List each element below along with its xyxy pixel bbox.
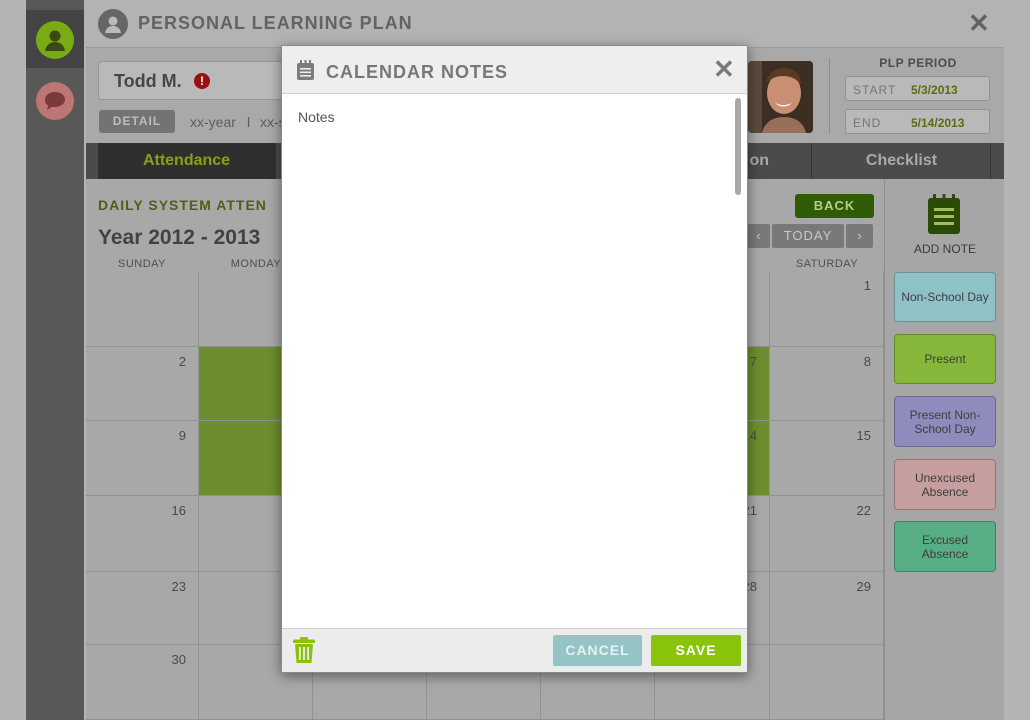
notepad-icon[interactable] (926, 193, 962, 235)
divider (829, 58, 830, 134)
notes-textarea[interactable]: Notes (282, 95, 747, 628)
title-bar: PERSONAL LEARNING PLAN ✕ (86, 0, 1004, 48)
calendar-heading: DAILY SYSTEM ATTEN (98, 197, 267, 213)
scrollbar[interactable] (735, 98, 741, 195)
student-photo (748, 61, 813, 133)
calendar-notes-modal: CALENDAR NOTES ✕ Notes CANCEL SAVE (281, 45, 748, 673)
plp-period-title: PLP PERIOD (879, 56, 957, 70)
legend-non-school-day[interactable]: Non-School Day (894, 272, 996, 322)
plp-start-value: 5/3/2013 (911, 83, 958, 97)
legend-present-non-school-day[interactable]: Present Non-School Day (894, 396, 996, 447)
close-icon[interactable]: ✕ (713, 56, 735, 82)
calendar-day[interactable]: 16 (86, 496, 199, 572)
school-year-label: Year 2012 - 2013 (98, 226, 261, 249)
notes-placeholder: Notes (298, 109, 335, 125)
legend-present[interactable]: Present (894, 334, 996, 384)
close-icon[interactable]: ✕ (968, 10, 990, 36)
calendar-day[interactable] (770, 645, 884, 720)
day-header: SATURDAY (795, 258, 859, 270)
save-button[interactable]: SAVE (651, 635, 741, 666)
user-icon (98, 9, 128, 39)
clipboard-icon (296, 60, 315, 81)
prev-month-button[interactable]: ‹ (747, 224, 770, 248)
student-card: Todd M. ! (98, 61, 298, 100)
chat-bubble-icon[interactable] (36, 82, 74, 120)
meta-separator: l (247, 114, 251, 130)
cancel-button[interactable]: CANCEL (553, 635, 642, 666)
modal-header: CALENDAR NOTES ✕ (282, 46, 747, 94)
nav-item-profile[interactable] (26, 10, 84, 68)
plp-start-label: START (853, 83, 897, 97)
calendar-day[interactable]: 8 (770, 347, 884, 421)
warning-icon: ! (194, 73, 210, 89)
plp-end-value: 5/14/2013 (911, 116, 965, 130)
page-title: PERSONAL LEARNING PLAN (138, 13, 413, 33)
calendar-day[interactable]: 2 (86, 347, 199, 421)
detail-button[interactable]: DETAIL (99, 110, 175, 133)
back-button[interactable]: BACK (795, 194, 874, 218)
legend-excused-absence[interactable]: Excused Absence (894, 521, 996, 572)
plp-end-field[interactable]: END 5/14/2013 (845, 109, 990, 134)
trash-icon[interactable] (293, 637, 315, 664)
modal-footer: CANCEL SAVE (282, 628, 747, 672)
legend-sidebar: ADD NOTE Non-School Day Present Present … (884, 179, 1004, 720)
calendar-day[interactable]: 22 (770, 496, 884, 572)
today-button[interactable]: TODAY (772, 224, 844, 248)
add-note-label[interactable]: ADD NOTE (885, 242, 1004, 256)
plp-end-label: END (853, 116, 882, 130)
calendar-day[interactable]: 1 (770, 271, 884, 347)
legend-unexcused-absence[interactable]: Unexcused Absence (894, 459, 996, 510)
student-grade: xx-year (190, 114, 236, 130)
tab-checklist[interactable]: Checklist (813, 143, 991, 179)
calendar-day[interactable]: 29 (770, 572, 884, 645)
next-month-button[interactable]: › (846, 224, 873, 248)
plp-start-field[interactable]: START 5/3/2013 (845, 76, 990, 101)
student-name: Todd M. (114, 71, 182, 91)
user-icon (36, 21, 74, 59)
calendar-day[interactable]: 30 (86, 645, 199, 720)
calendar-day[interactable] (86, 271, 199, 347)
tab-attendance[interactable]: Attendance (98, 143, 276, 179)
day-header: SUNDAY (117, 258, 167, 270)
calendar-day[interactable]: 9 (86, 421, 199, 496)
calendar-day[interactable]: 23 (86, 572, 199, 645)
modal-title: CALENDAR NOTES (326, 62, 509, 82)
calendar-day[interactable]: 15 (770, 421, 884, 496)
